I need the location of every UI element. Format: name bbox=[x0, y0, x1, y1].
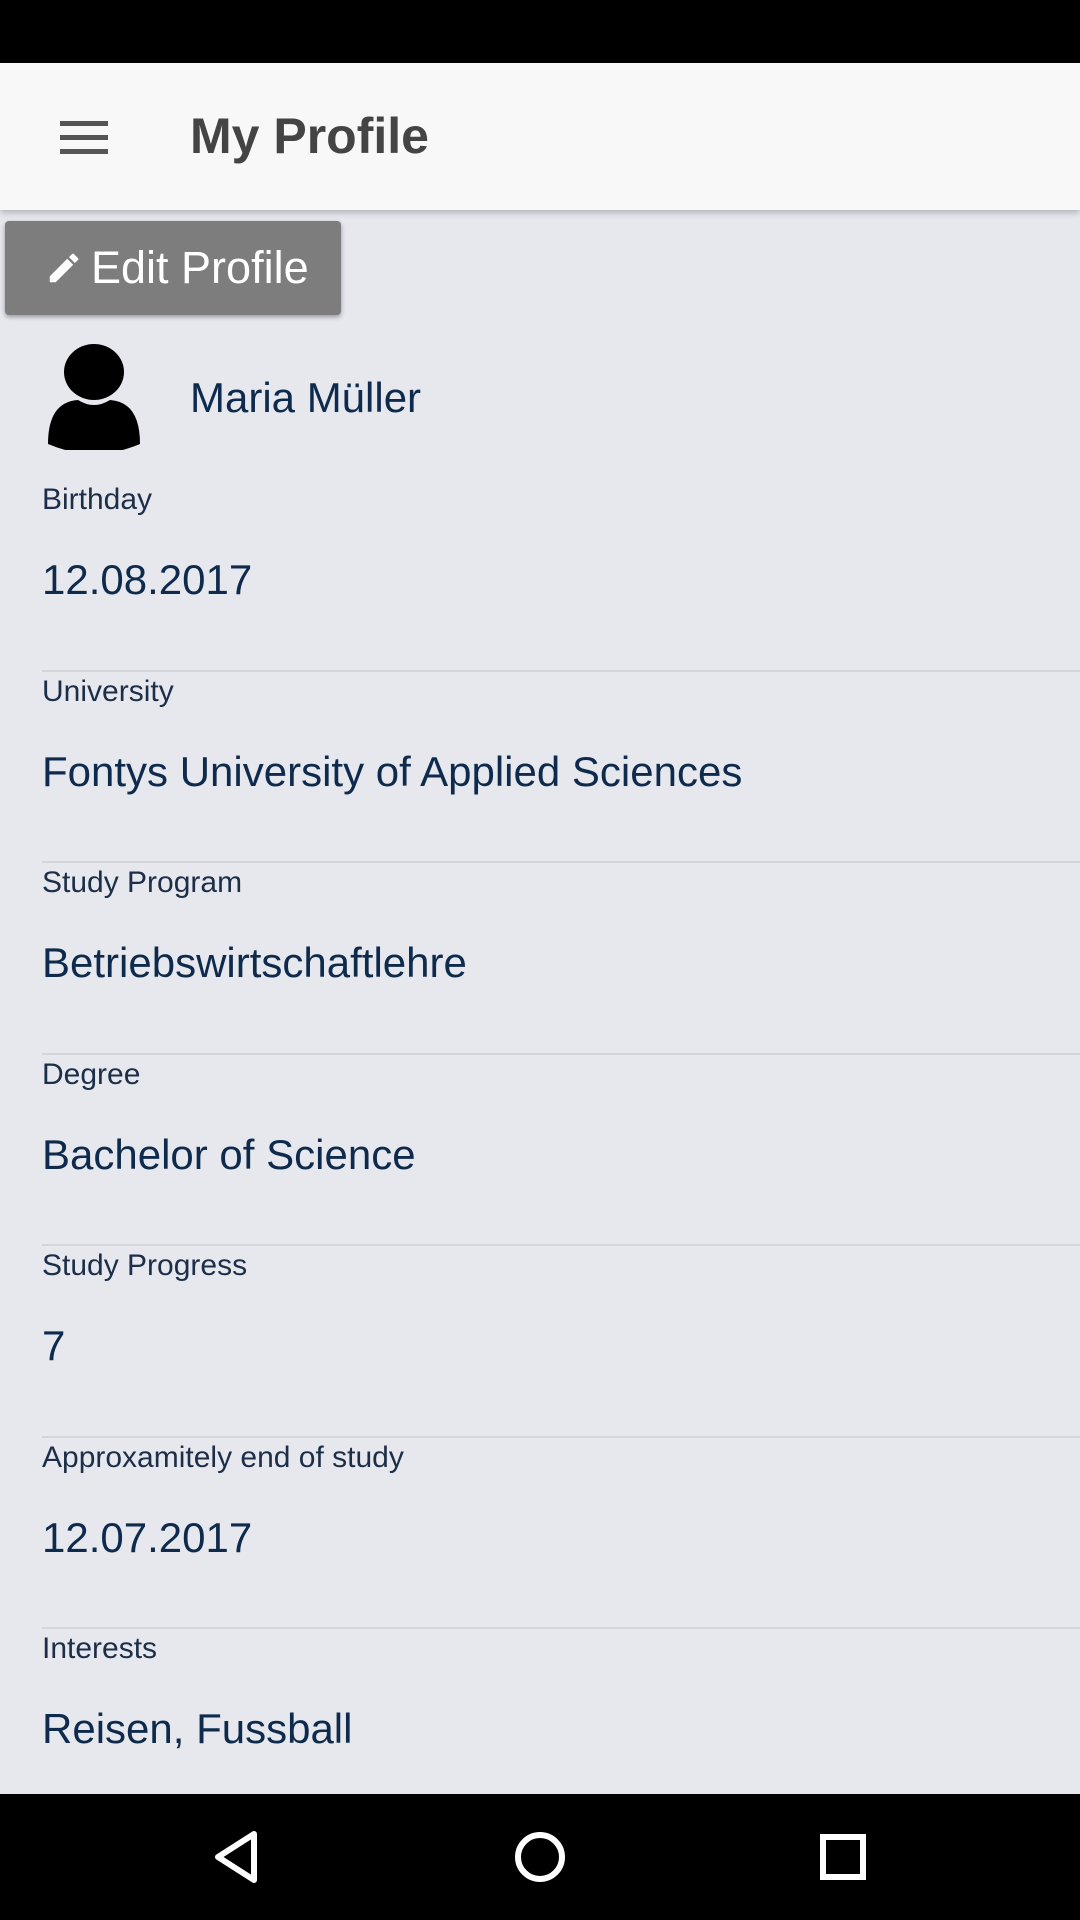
field-label: Interests bbox=[42, 1632, 158, 1665]
field-label: Birthday bbox=[42, 483, 153, 516]
field-value: Reisen, Fussball bbox=[42, 1705, 353, 1752]
field-label: Study Program bbox=[42, 866, 243, 899]
edit-profile-button[interactable]: Edit Profile bbox=[5, 221, 341, 315]
field-value: 12.07.2017 bbox=[42, 1513, 253, 1561]
field-university: University Fontys University of Applied … bbox=[42, 672, 1080, 863]
field-value: Betriebswirtschaftlehre bbox=[42, 939, 467, 986]
field-label: Approxamitely end of study bbox=[42, 1440, 404, 1474]
profile-content[interactable]: Edit Profile Maria Müller Birthday 12.08… bbox=[0, 210, 1080, 1794]
field-value: 7 bbox=[42, 1322, 66, 1369]
pencil-icon bbox=[45, 249, 83, 287]
field-value: 12.08.2017 bbox=[42, 556, 253, 603]
profile-fields: Birthday 12.08.2017 University Fontys Un… bbox=[42, 480, 1080, 1794]
field-label: Study Progress bbox=[42, 1249, 248, 1282]
navigation-bar bbox=[0, 1794, 1080, 1920]
profile-header: Maria Müller bbox=[0, 340, 1080, 470]
field-label: Degree bbox=[42, 1057, 141, 1091]
page-title: My Profile bbox=[190, 108, 429, 164]
status-bar bbox=[0, 0, 1080, 63]
menu-icon[interactable] bbox=[44, 107, 124, 167]
app-bar: My Profile bbox=[0, 63, 1080, 210]
person-silhouette-icon bbox=[42, 340, 146, 454]
recents-square-icon[interactable] bbox=[810, 1824, 876, 1890]
field-interests: Interests Reisen, Fussball bbox=[42, 1629, 1080, 1794]
edit-profile-label: Edit Profile bbox=[91, 242, 309, 293]
field-value: Bachelor of Science bbox=[42, 1130, 416, 1178]
field-label: University bbox=[42, 674, 174, 708]
field-study-program: Study Program Betriebswirtschaftlehre bbox=[42, 863, 1080, 1055]
home-circle-icon[interactable] bbox=[507, 1824, 573, 1890]
field-birthday: Birthday 12.08.2017 bbox=[42, 480, 1080, 672]
field-end-of-study: Approxamitely end of study 12.07.2017 bbox=[42, 1438, 1080, 1629]
field-degree: Degree Bachelor of Science bbox=[42, 1055, 1080, 1246]
profile-name: Maria Müller bbox=[190, 374, 422, 421]
field-value: Fontys University of Applied Sciences bbox=[42, 747, 743, 795]
field-study-progress: Study Progress 7 bbox=[42, 1246, 1080, 1438]
back-triangle-icon[interactable] bbox=[203, 1824, 269, 1890]
